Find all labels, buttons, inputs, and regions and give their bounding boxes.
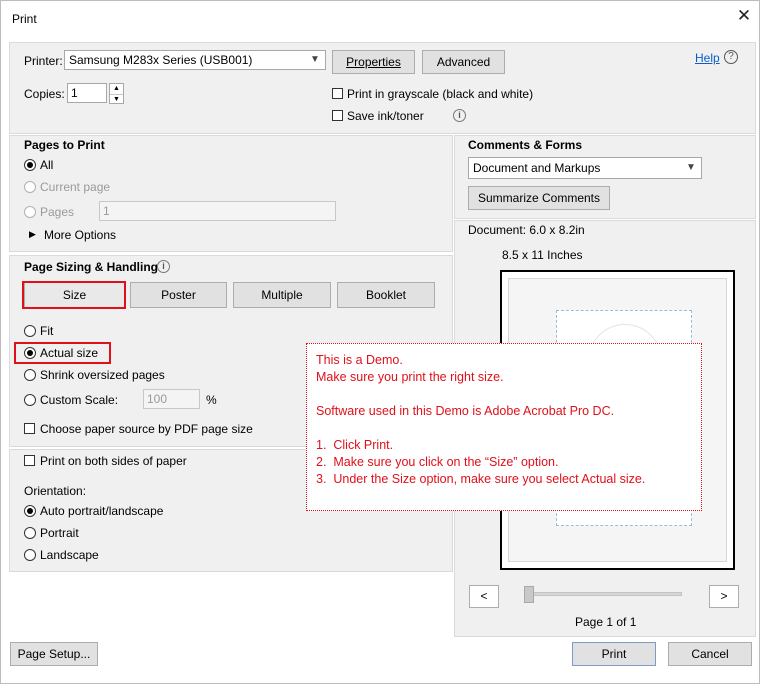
current-page-label: Current page [40, 180, 111, 194]
paper-source-checkbox[interactable] [24, 423, 35, 434]
save-ink-checkbox[interactable] [332, 110, 343, 121]
landscape-label: Landscape [40, 548, 99, 562]
prev-page-button[interactable]: < [469, 585, 499, 608]
copies-stepper[interactable]: ▲ ▼ [109, 83, 124, 104]
all-pages-radio[interactable] [24, 159, 36, 171]
demo-note-spacer [316, 386, 692, 403]
help-link[interactable]: Help [695, 51, 720, 65]
orientation-title: Orientation: [24, 484, 87, 498]
more-options-label[interactable]: More Options [44, 228, 116, 242]
pages-to-print-title: Pages to Print [24, 138, 105, 152]
fit-label: Fit [40, 324, 54, 338]
grayscale-checkbox[interactable] [332, 88, 343, 99]
demo-note-step: 3. Under the Size option, make sure you … [316, 472, 646, 486]
comments-forms-value: Document and Markups [473, 161, 601, 175]
pages-radio[interactable] [24, 206, 36, 218]
page-sizing-title: Page Sizing & Handling [24, 260, 159, 274]
next-page-button[interactable]: > [709, 585, 739, 608]
demo-note: This is a Demo. Make sure you print the … [306, 343, 702, 511]
tab-booklet[interactable]: Booklet [337, 282, 435, 308]
document-size-label: Document: 6.0 x 8.2in [468, 223, 585, 237]
actual-size-highlight [14, 342, 111, 364]
demo-note-step: 1. Click Print. [316, 438, 394, 452]
comments-forms-title: Comments & Forms [468, 138, 583, 152]
copies-input[interactable]: 1 [67, 83, 107, 103]
tab-multiple[interactable]: Multiple [233, 282, 331, 308]
demo-note-step: 2. Make sure you click on the “Size” opt… [316, 455, 559, 469]
pages-range-input[interactable]: 1 [99, 201, 336, 221]
custom-scale-label: Custom Scale: [40, 393, 119, 407]
current-page-radio[interactable] [24, 181, 36, 193]
chevron-down-icon: ▼ [310, 54, 320, 65]
more-options-toggle-icon[interactable]: ▶ [29, 229, 36, 240]
demo-note-line: Software used in this Demo is Adobe Acro… [316, 404, 615, 418]
all-pages-label: All [40, 158, 54, 172]
custom-scale-input[interactable]: 100 [143, 389, 200, 409]
page-slider-thumb[interactable] [524, 586, 534, 603]
summarize-comments-button[interactable]: Summarize Comments [468, 186, 610, 210]
close-icon[interactable]: ✕ [734, 6, 754, 26]
demo-note-line: This is a Demo. [316, 353, 403, 367]
auto-orientation-radio[interactable] [24, 505, 36, 517]
help-icon[interactable]: ? [724, 50, 738, 64]
fit-radio[interactable] [24, 325, 36, 337]
sizing-info-icon[interactable]: i [157, 260, 170, 273]
page-slider-track[interactable] [526, 592, 682, 596]
window-title: Print [12, 12, 37, 26]
stepper-down-icon[interactable]: ▼ [110, 95, 123, 104]
info-icon[interactable]: i [453, 109, 466, 122]
demo-note-line: Make sure you print the right size. [316, 370, 504, 384]
custom-scale-radio[interactable] [24, 394, 36, 406]
printer-select[interactable]: Samsung M283x Series (USB001) ▼ [64, 50, 326, 70]
printer-label: Printer: [24, 54, 63, 68]
stepper-up-icon[interactable]: ▲ [110, 84, 123, 95]
pages-label: Pages [40, 205, 75, 219]
paper-source-label: Choose paper source by PDF page size [40, 422, 253, 436]
advanced-button[interactable]: Advanced [422, 50, 505, 74]
landscape-radio[interactable] [24, 549, 36, 561]
size-highlight [22, 281, 126, 309]
portrait-radio[interactable] [24, 527, 36, 539]
both-sides-label: Print on both sides of paper [40, 454, 187, 468]
paper-size-label: 8.5 x 11 Inches [502, 248, 583, 262]
print-button[interactable]: Print [572, 642, 656, 666]
both-sides-checkbox[interactable] [24, 455, 35, 466]
page-setup-button[interactable]: Page Setup... [10, 642, 98, 666]
tab-poster[interactable]: Poster [130, 282, 227, 308]
grayscale-label: Print in grayscale (black and white) [347, 87, 534, 101]
auto-orientation-label: Auto portrait/landscape [40, 504, 164, 518]
properties-button[interactable]: Properties [332, 50, 415, 74]
printer-select-value: Samsung M283x Series (USB001) [69, 53, 253, 67]
cancel-button[interactable]: Cancel [668, 642, 752, 666]
demo-note-spacer [316, 420, 692, 437]
copies-label: Copies: [24, 87, 65, 101]
shrink-label: Shrink oversized pages [40, 368, 165, 382]
chevron-down-icon: ▼ [686, 162, 696, 173]
percent-label: % [206, 393, 217, 407]
portrait-label: Portrait [40, 526, 79, 540]
shrink-radio[interactable] [24, 369, 36, 381]
comments-forms-select[interactable]: Document and Markups ▼ [468, 157, 702, 179]
save-ink-label: Save ink/toner [347, 109, 424, 123]
page-counter: Page 1 of 1 [575, 615, 637, 629]
